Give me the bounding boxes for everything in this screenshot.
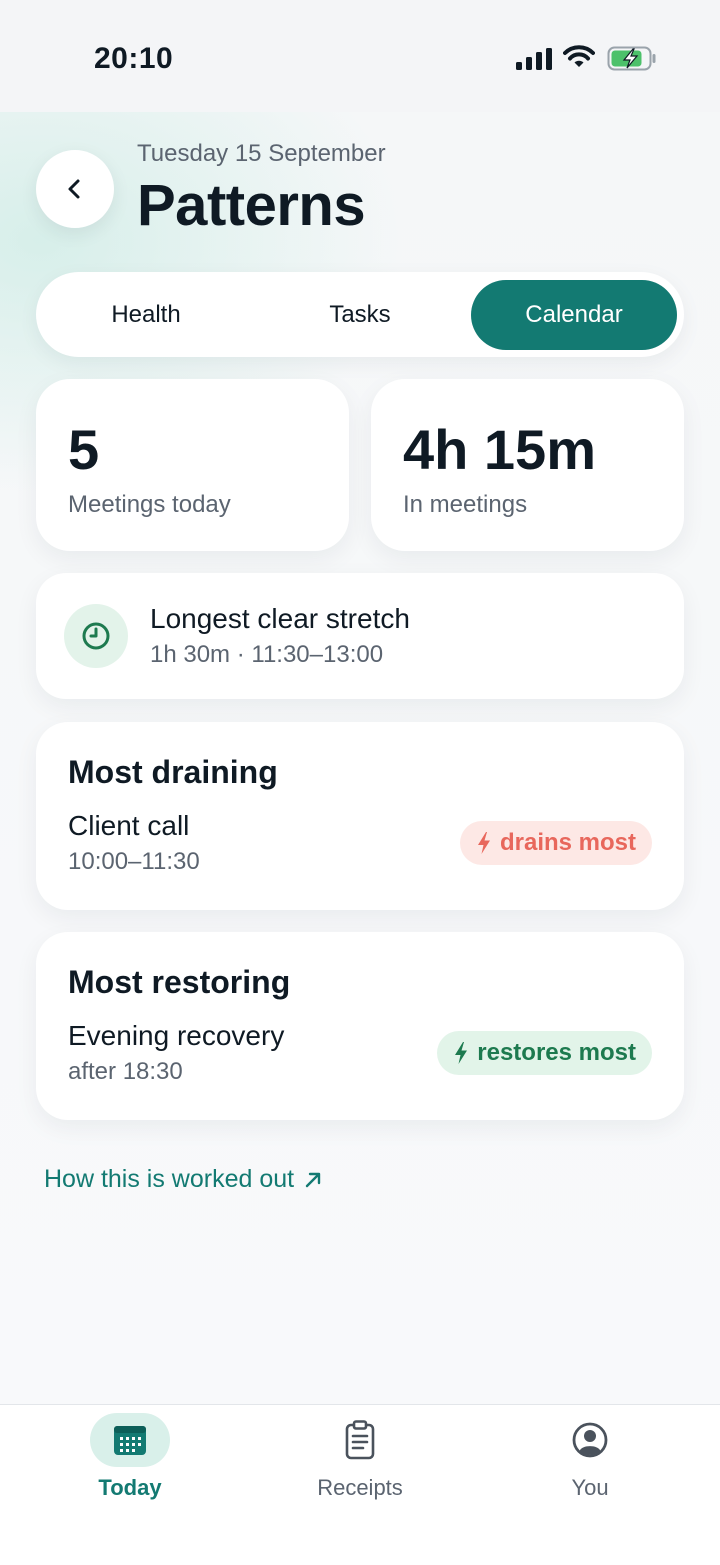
restores-most-badge: restores most: [437, 1031, 652, 1075]
tab-health[interactable]: Health: [56, 280, 236, 350]
receipt-icon: [345, 1420, 375, 1460]
nav-you-label: You: [571, 1475, 609, 1500]
clear-stretch-card: Longest clear stretch 1h 30m · 11:30–13:…: [36, 573, 684, 699]
back-button[interactable]: [36, 150, 114, 228]
clock-icon-badge: [64, 604, 128, 668]
most-restoring-card: Most restoring Evening recovery after 18…: [36, 932, 684, 1120]
lightning-icon: [455, 1042, 468, 1064]
restores-most-label: restores most: [477, 1039, 636, 1066]
nav-receipts[interactable]: Receipts: [280, 1413, 440, 1513]
nav-receipts-icon-wrap: [320, 1413, 400, 1467]
clock-icon: [82, 622, 110, 650]
chevron-left-icon: [68, 179, 80, 199]
most-draining-card: Most draining Client call 10:00–11:30 dr…: [36, 722, 684, 910]
nav-today-highlight: [90, 1413, 170, 1467]
cellular-signal-icon: [516, 48, 552, 70]
nav-today[interactable]: Today: [50, 1413, 210, 1513]
tab-tasks[interactable]: Tasks: [270, 280, 450, 350]
how-worked-out-label: How this is worked out: [44, 1165, 295, 1193]
wifi-icon: [563, 45, 595, 67]
category-tabs: Health Tasks Calendar: [36, 272, 684, 357]
clear-stretch-title: Longest clear stretch: [150, 603, 410, 634]
nav-today-label: Today: [98, 1475, 162, 1500]
battery-charging-icon: [607, 46, 656, 71]
profile-icon: [572, 1422, 608, 1458]
most-draining-heading: Most draining: [68, 754, 278, 790]
how-worked-out-link[interactable]: How this is worked out: [44, 1165, 322, 1194]
status-bar: 20:10: [0, 0, 720, 112]
nav-you-icon-wrap: [550, 1413, 630, 1467]
page-title: Patterns: [137, 173, 366, 238]
in-meetings-label: In meetings: [403, 491, 528, 518]
tab-calendar[interactable]: Calendar: [471, 280, 677, 350]
restoring-item-time: after 18:30: [68, 1058, 183, 1085]
arrow-up-right-icon: [305, 1172, 321, 1187]
in-meetings-value: 4h 15m: [403, 418, 596, 481]
meetings-count-label: Meetings today: [68, 491, 231, 518]
draining-item-name: Client call: [68, 810, 190, 841]
status-time: 20:10: [94, 42, 174, 75]
meetings-count: 5: [68, 418, 100, 481]
nav-receipts-label: Receipts: [317, 1475, 403, 1500]
draining-item-time: 10:00–11:30: [68, 848, 200, 875]
drains-most-label: drains most: [499, 829, 636, 856]
most-restoring-heading: Most restoring: [68, 964, 291, 1000]
meetings-today-card: 5 Meetings today: [36, 379, 349, 551]
header-date: Tuesday 15 September: [137, 140, 386, 167]
lightning-icon: [477, 832, 490, 854]
drains-most-badge: drains most: [459, 821, 652, 865]
nav-you[interactable]: You: [510, 1413, 670, 1513]
clear-stretch-detail: 1h 30m · 11:30–13:00: [150, 641, 384, 668]
in-meetings-card: 4h 15m In meetings: [371, 379, 684, 551]
patterns-screen: 20:10 Tuesday 15 September Patterns Heal…: [0, 0, 720, 1565]
restoring-item-name: Evening recovery: [68, 1020, 285, 1051]
bottom-nav: Today Receipts You: [0, 1404, 720, 1565]
calendar-icon: [114, 1426, 146, 1455]
